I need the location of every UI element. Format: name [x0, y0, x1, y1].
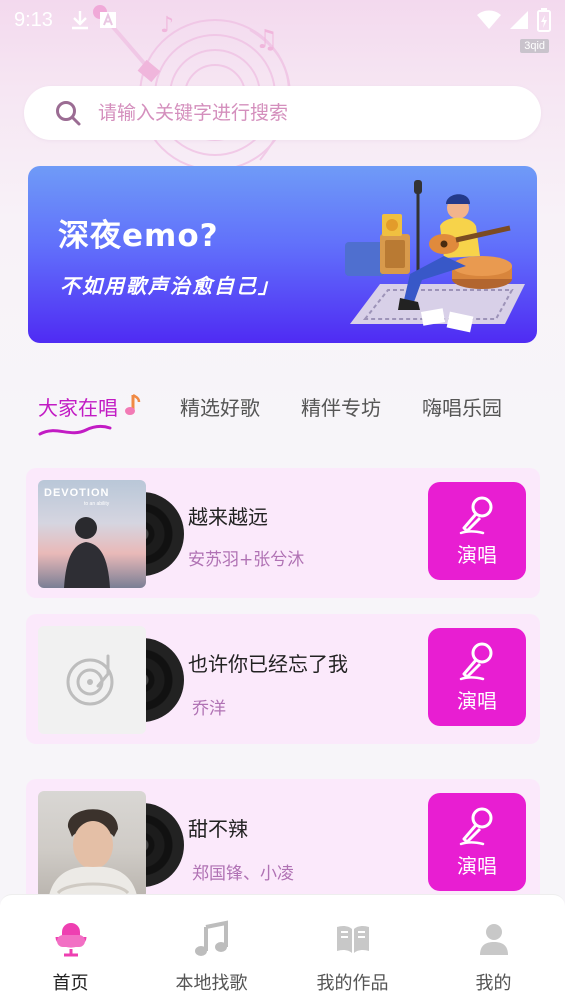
user-icon — [479, 924, 508, 955]
microphone-icon — [459, 807, 493, 845]
song-card[interactable]: 甜不辣 郑国锋、小凌 演唱 — [26, 779, 540, 909]
music-note-icon — [194, 920, 228, 956]
download-icon — [71, 10, 89, 30]
guitar-player-illustration — [345, 180, 525, 333]
microphone-icon — [459, 496, 493, 534]
album-cover — [38, 791, 146, 899]
nav-label: 首页 — [52, 973, 89, 994]
tab-accompaniment[interactable]: 精伴专坊 — [301, 392, 381, 421]
song-artist: 安苏羽+张兮沐 — [188, 550, 305, 570]
status-tag: 3qid — [520, 39, 549, 53]
album-cover-group — [38, 626, 184, 734]
sing-label: 演唱 — [457, 690, 497, 713]
song-card[interactable]: DEVOTION to an ability 越来越远 安苏羽+张兮沐 演唱 — [26, 468, 540, 598]
nav-profile[interactable]: 我的 — [423, 895, 564, 1004]
nav-label: 本地找歌 — [175, 973, 248, 994]
song-title: 甜不辣 — [188, 817, 248, 841]
status-bar: 9:13 — [0, 0, 565, 40]
album-cover-group — [38, 791, 184, 899]
banner-subtitle: 不如用歌声治愈自己」 — [60, 274, 280, 298]
nav-home[interactable]: 首页 — [0, 895, 141, 1004]
cover-title: DEVOTION — [44, 487, 110, 499]
nav-label: 我的作品 — [316, 973, 389, 994]
song-artist: 乔洋 — [192, 699, 226, 719]
turntable-icon — [66, 654, 114, 706]
music-note-icon — [125, 393, 141, 415]
microphone-icon — [459, 642, 493, 680]
nav-label: 我的 — [475, 973, 512, 994]
signal-icon — [509, 10, 529, 30]
banner-title: 深夜emo? — [58, 218, 219, 254]
album-cover-placeholder — [38, 626, 146, 734]
nav-local-songs[interactable]: 本地找歌 — [141, 895, 282, 1004]
category-tabs: 大家在唱 精选好歌 精伴专坊 嗨唱乐园 — [0, 388, 565, 436]
search-bar[interactable] — [24, 86, 541, 140]
nav-my-works[interactable]: 我的作品 — [282, 895, 423, 1004]
tab-active-indicator — [38, 424, 112, 436]
wifi-icon — [477, 10, 501, 30]
promo-banner[interactable]: 深夜emo? 不如用歌声治愈自己」 — [28, 166, 537, 343]
song-artist: 郑国锋、小凌 — [192, 864, 294, 884]
bottom-navigation: 首页 本地找歌 我的作品 我的 — [0, 894, 565, 1004]
sing-button[interactable]: 演唱 — [428, 482, 526, 580]
search-input[interactable] — [98, 102, 541, 124]
home-screen: ♪ ♫ 9:13 3qid 请输入关键字进行搜索 深夜emo? 不如用歌声治愈自… — [0, 0, 565, 1004]
microphone-icon — [55, 923, 86, 957]
song-title: 也许你已经忘了我 — [188, 652, 348, 676]
song-title: 越来越远 — [188, 505, 268, 529]
sing-label: 演唱 — [457, 855, 497, 878]
sing-label: 演唱 — [457, 544, 497, 567]
status-time: 9:13 — [14, 8, 53, 31]
keyboard-a-icon — [99, 11, 117, 29]
sing-button[interactable]: 演唱 — [428, 628, 526, 726]
tab-party-zone[interactable]: 嗨唱乐园 — [422, 392, 502, 421]
album-cover-group: DEVOTION to an ability — [38, 480, 184, 588]
album-cover: DEVOTION to an ability — [38, 480, 146, 588]
battery-charging-icon — [537, 8, 551, 32]
tab-everyone-singing[interactable]: 大家在唱 — [38, 392, 118, 421]
song-card[interactable]: 也许你已经忘了我 乔洋 演唱 — [26, 614, 540, 744]
sing-button[interactable]: 演唱 — [428, 793, 526, 891]
tab-selected-songs[interactable]: 精选好歌 — [180, 392, 260, 421]
search-icon — [56, 101, 81, 126]
book-icon — [336, 925, 369, 953]
